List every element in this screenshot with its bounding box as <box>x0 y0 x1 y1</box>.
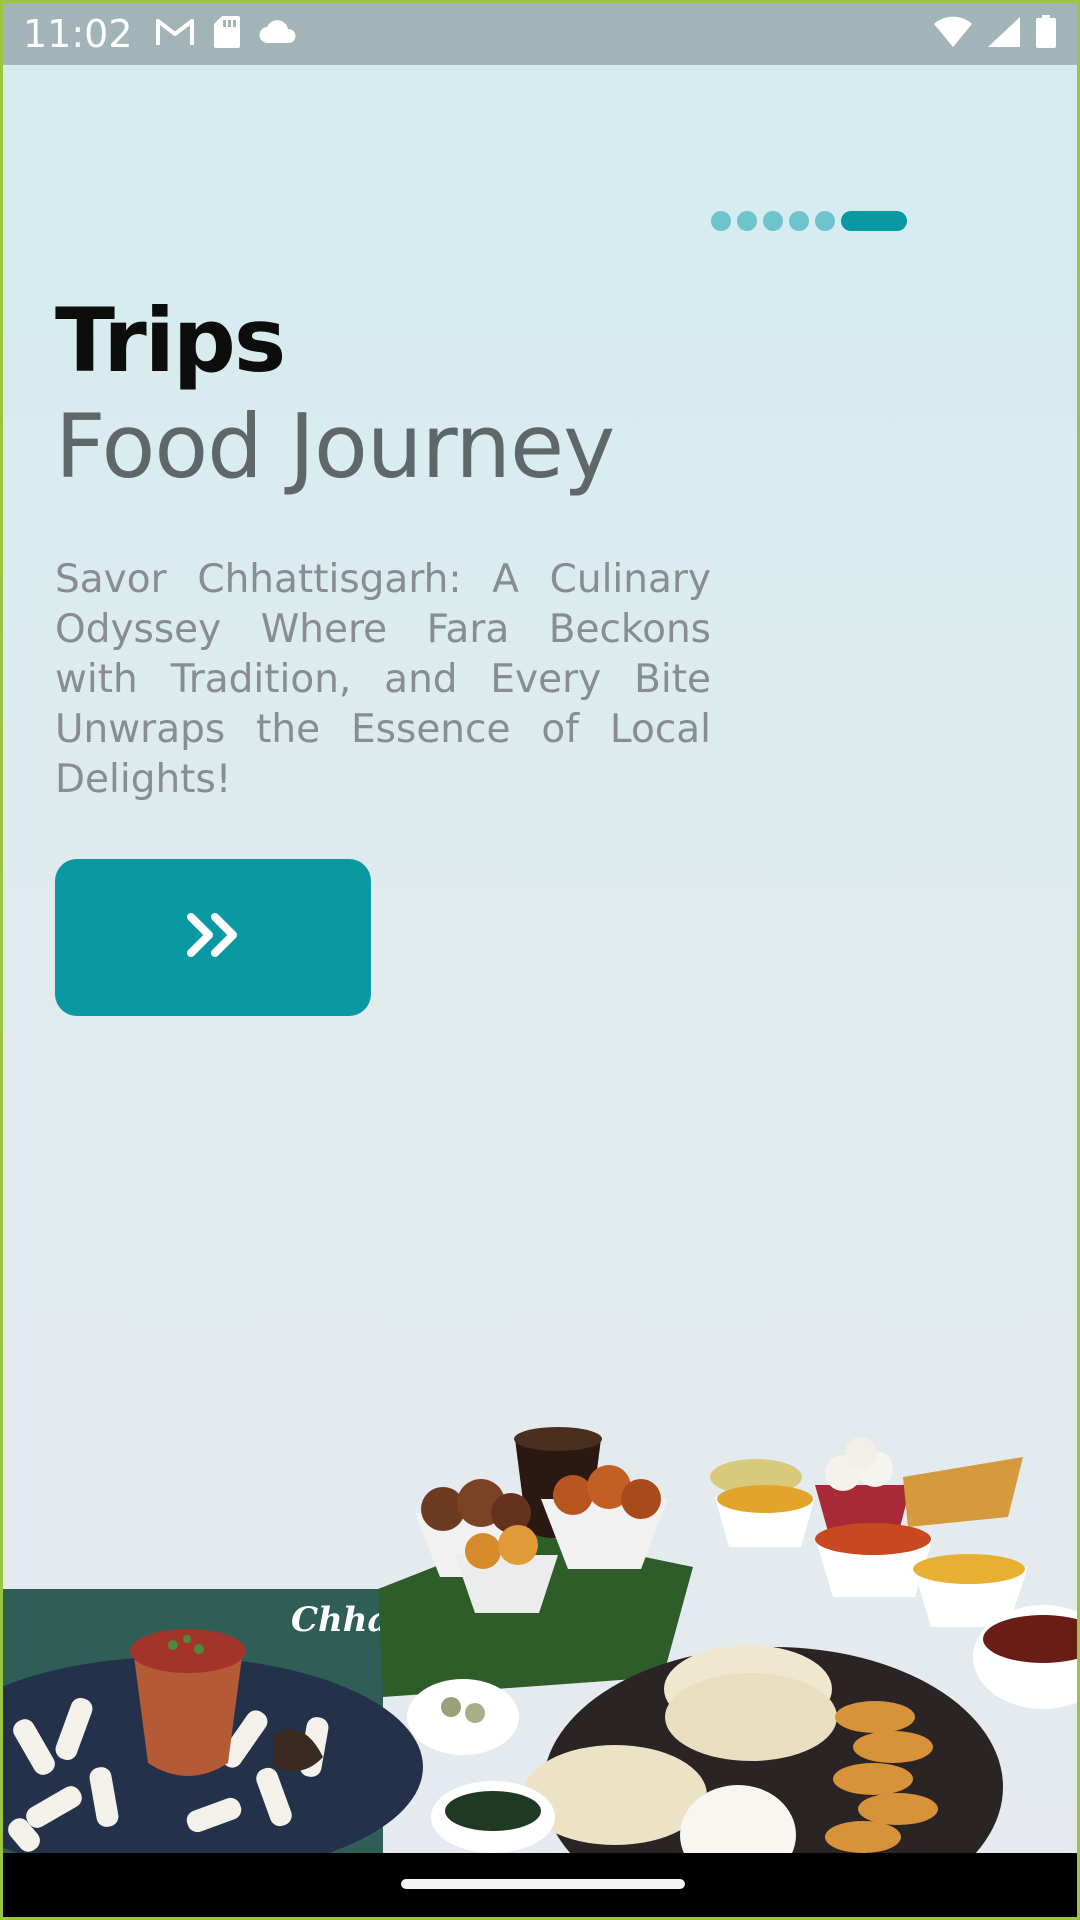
page-dot <box>711 211 731 231</box>
page-title: Trips <box>55 289 286 392</box>
gmail-icon <box>155 17 195 52</box>
page-dot <box>815 211 835 231</box>
page-dot-active <box>841 211 907 231</box>
navigation-bar <box>3 1853 1077 1917</box>
onboarding-screen: 11:02 Trips Food Journey Savor Chhattisg… <box>0 0 1080 1920</box>
page-dot <box>789 211 809 231</box>
home-indicator[interactable] <box>401 1879 685 1889</box>
food-image: Chhatt <box>3 1417 1077 1917</box>
page-subtitle: Food Journey <box>55 395 615 498</box>
double-chevron-right-icon <box>185 911 241 964</box>
battery-icon <box>1035 14 1057 54</box>
signal-icon <box>987 16 1021 53</box>
page-dot <box>737 211 757 231</box>
sd-card-icon <box>213 15 241 54</box>
wifi-icon <box>933 16 973 53</box>
status-notification-icons <box>155 15 297 54</box>
page-dot <box>763 211 783 231</box>
page-indicator <box>711 211 907 231</box>
next-button[interactable] <box>55 859 371 1016</box>
page-description: Savor Chhattisgarh: A Culinary Odyssey W… <box>55 557 711 802</box>
cloud-icon <box>259 19 297 49</box>
status-bar: 11:02 <box>3 3 1077 65</box>
status-time: 11:02 <box>23 12 133 56</box>
status-system-icons <box>933 14 1057 54</box>
